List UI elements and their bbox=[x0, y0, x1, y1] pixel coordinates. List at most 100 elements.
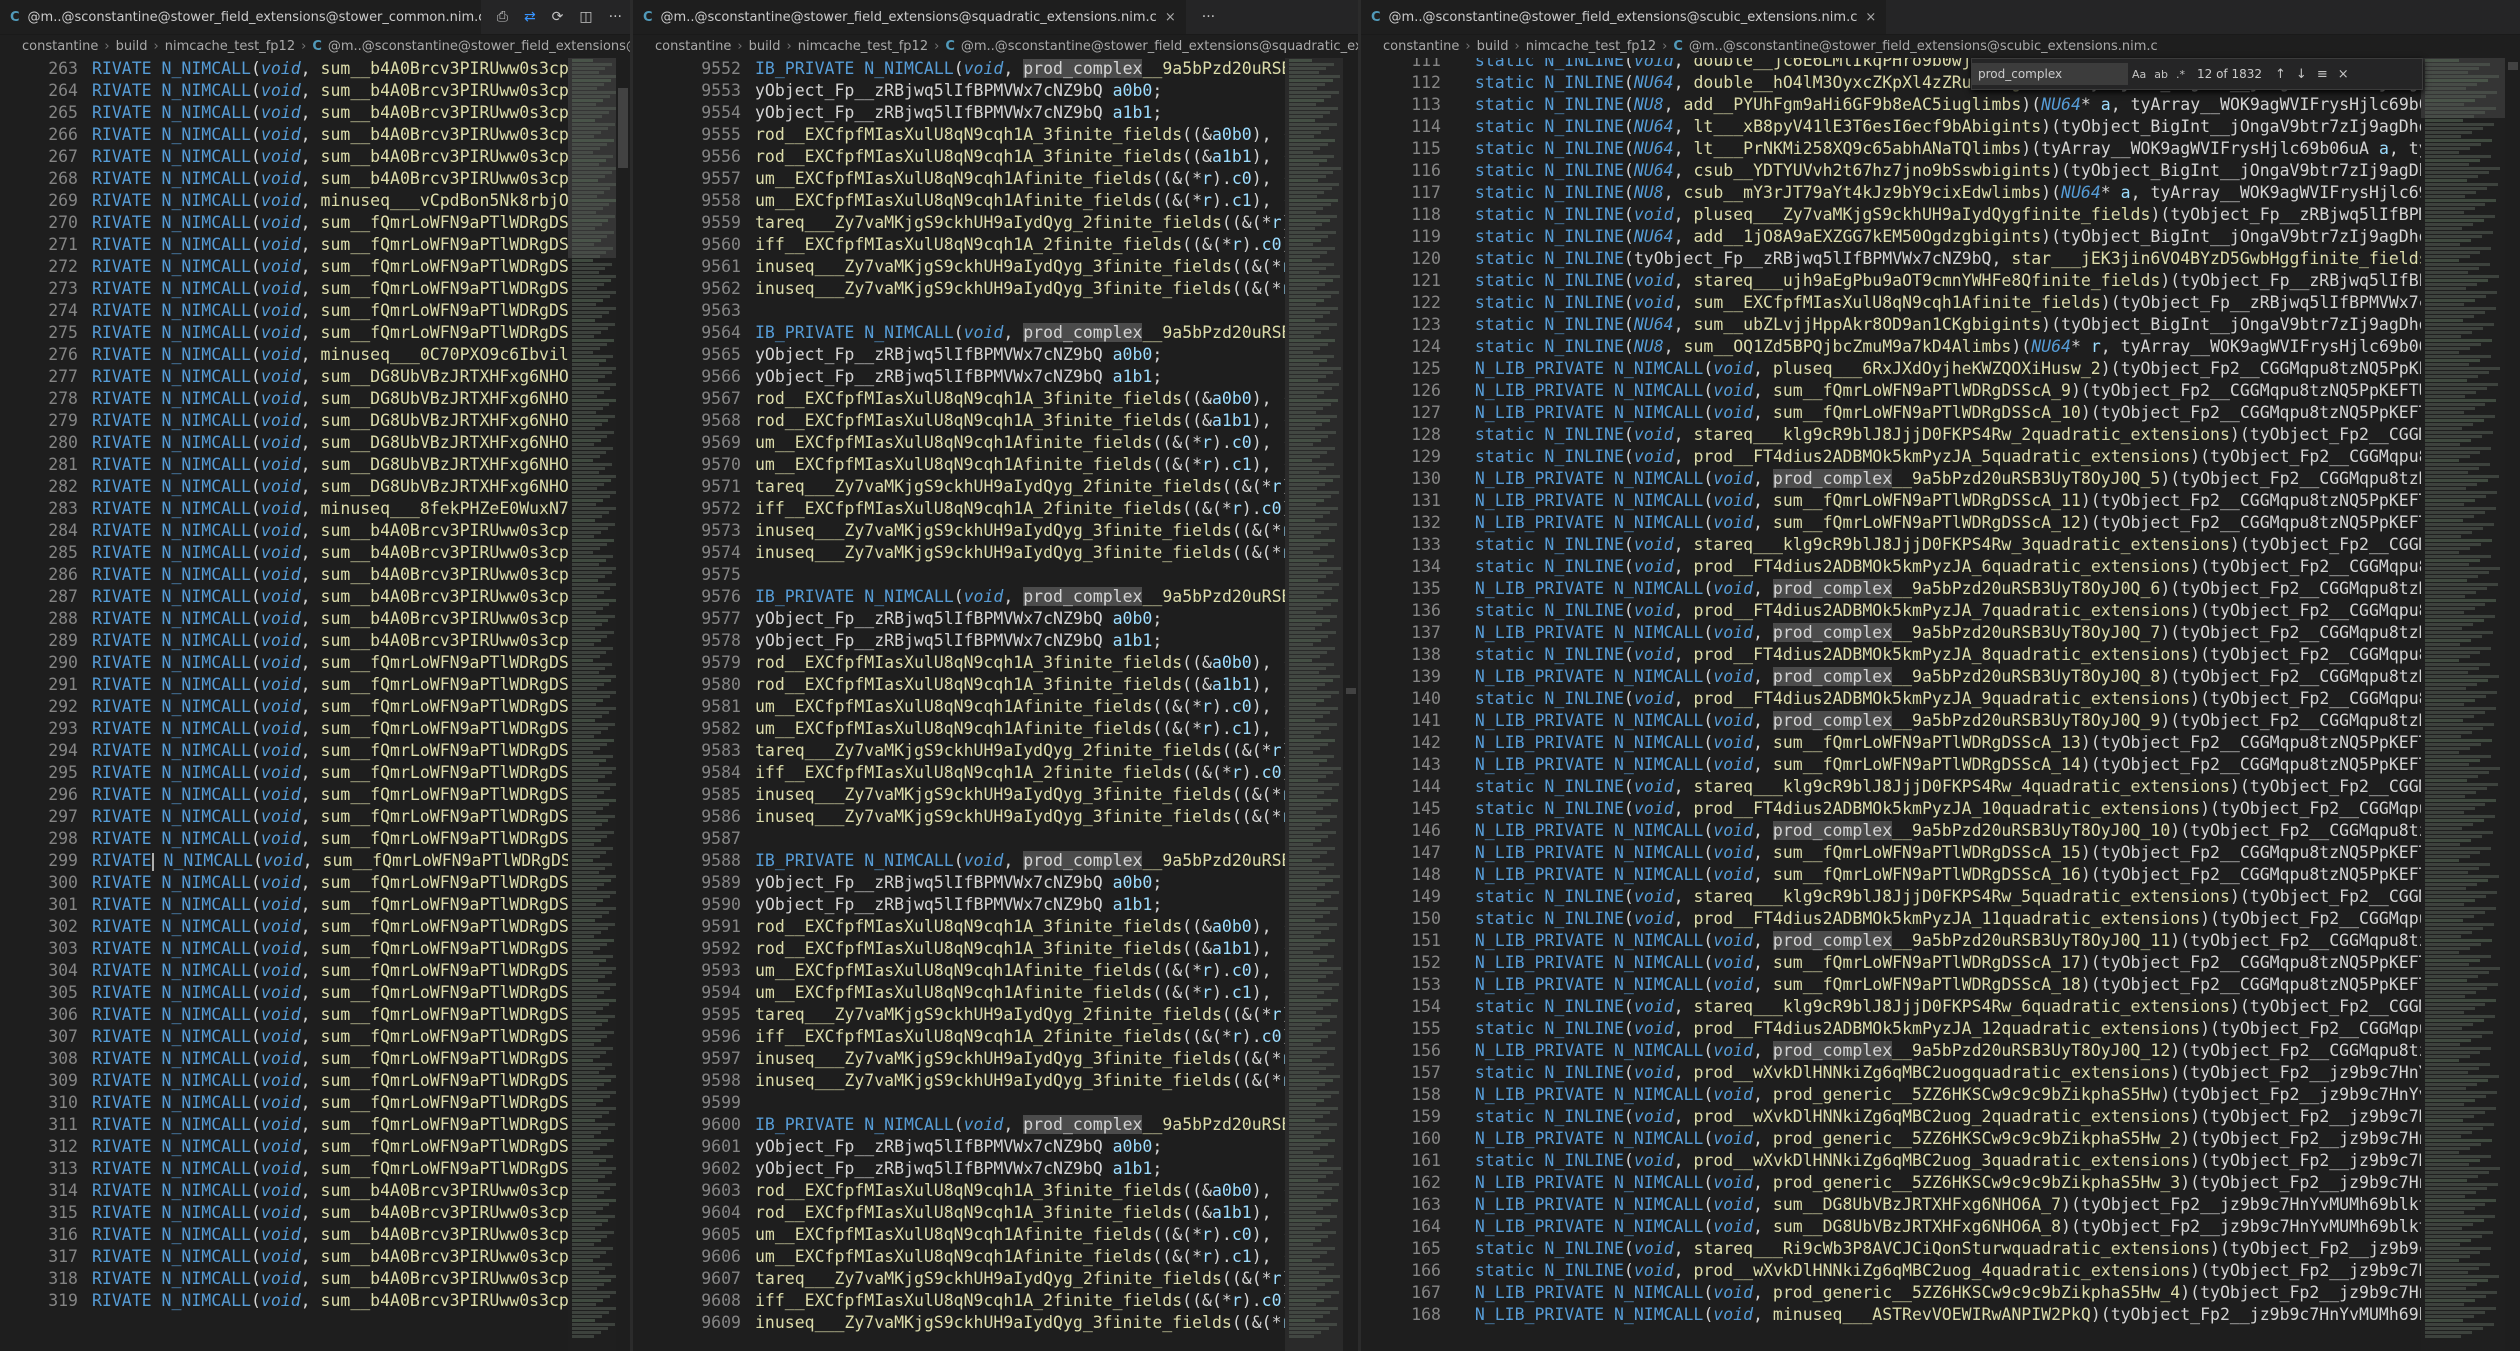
vertical-scrollbar[interactable] bbox=[1344, 58, 1358, 1351]
code-line[interactable]: 277 RIVATE N_NIMCALL(void, sum__DG8UbVBzJ… bbox=[0, 366, 581, 388]
code-line[interactable]: 156 N_LIB_PRIVATE N_NIMCALL(void, prod_c… bbox=[1361, 1040, 2488, 1062]
tab-cubic-extensions[interactable]: C @m..@sconstantine@stower_field_extensi… bbox=[1361, 0, 1887, 34]
code-line[interactable]: 275 RIVATE N_NIMCALL(void, sum__fQmrLoWFN… bbox=[0, 322, 581, 344]
code-line[interactable]: 298 RIVATE N_NIMCALL(void, sum__fQmrLoWFN… bbox=[0, 828, 581, 850]
code-line[interactable]: 274 RIVATE N_NIMCALL(void, sum__fQmrLoWFN… bbox=[0, 300, 581, 322]
code-line[interactable]: 282 RIVATE N_NIMCALL(void, sum__DG8UbVBzJ… bbox=[0, 476, 581, 498]
code-line[interactable]: 315 RIVATE N_NIMCALL(void, sum__b4A0Brcv3… bbox=[0, 1202, 581, 1224]
code-line[interactable]: 9594 um__EXCfpfMIasXulU8qN9cqh1Afinite_fi… bbox=[633, 982, 1341, 1004]
code-line[interactable]: 9574 inuseq___Zy7vaMKjgS9ckhUH9aIydQyg_3f… bbox=[633, 542, 1341, 564]
minimap[interactable] bbox=[568, 58, 620, 1351]
code-line[interactable]: 272 RIVATE N_NIMCALL(void, sum__fQmrLoWFN… bbox=[0, 256, 581, 278]
code-line[interactable]: 306 RIVATE N_NIMCALL(void, sum__fQmrLoWFN… bbox=[0, 1004, 581, 1026]
code-line[interactable]: 316 RIVATE N_NIMCALL(void, sum__b4A0Brcv3… bbox=[0, 1224, 581, 1246]
code-line[interactable]: 120 static N_INLINE(tyObject_Fp__zRBjwq5… bbox=[1361, 248, 2488, 270]
code-line[interactable]: 9587 bbox=[633, 828, 1341, 850]
code-line[interactable]: 263 RIVATE N_NIMCALL(void, sum__b4A0Brcv3… bbox=[0, 58, 581, 80]
code-line[interactable]: 290 RIVATE N_NIMCALL(void, sum__fQmrLoWFN… bbox=[0, 652, 581, 674]
code-line[interactable]: 276 RIVATE N_NIMCALL(void, minuseq___0C70… bbox=[0, 344, 581, 366]
code-line[interactable]: 9590 yObject_Fp__zRBjwq5lIfBPMVWx7cNZ9bQ … bbox=[633, 894, 1341, 916]
code-line[interactable]: 124 static N_INLINE(NU8, sum__OQ1Zd5BPQj… bbox=[1361, 336, 2488, 358]
breadcrumb-item[interactable]: nimcache_test_fp12 bbox=[798, 39, 928, 54]
code-line[interactable]: 264 RIVATE N_NIMCALL(void, sum__b4A0Brcv3… bbox=[0, 80, 581, 102]
code-line[interactable]: 311 RIVATE N_NIMCALL(void, sum__fQmrLoWFN… bbox=[0, 1114, 581, 1136]
code-line[interactable]: 9596 iff__EXCfpfMIasXulU8qN9cqh1A_2finite… bbox=[633, 1026, 1341, 1048]
breadcrumb-item[interactable]: constantine bbox=[1383, 39, 1459, 54]
code-line[interactable]: 131 N_LIB_PRIVATE N_NIMCALL(void, sum__f… bbox=[1361, 490, 2488, 512]
code-line[interactable]: 293 RIVATE N_NIMCALL(void, sum__fQmrLoWFN… bbox=[0, 718, 581, 740]
code-line[interactable]: 270 RIVATE N_NIMCALL(void, sum__fQmrLoWFN… bbox=[0, 212, 581, 234]
code-line[interactable]: 305 RIVATE N_NIMCALL(void, sum__fQmrLoWFN… bbox=[0, 982, 581, 1004]
code-line[interactable]: 116 static N_INLINE(NU64, csub__YDTYUVvh… bbox=[1361, 160, 2488, 182]
code-line[interactable]: 143 N_LIB_PRIVATE N_NIMCALL(void, sum__f… bbox=[1361, 754, 2488, 776]
code-line[interactable]: 117 static N_INLINE(NU8, csub__mY3rJT79a… bbox=[1361, 182, 2488, 204]
code-line[interactable]: 139 N_LIB_PRIVATE N_NIMCALL(void, prod_c… bbox=[1361, 666, 2488, 688]
code-line[interactable]: 9605 um__EXCfpfMIasXulU8qN9cqh1Afinite_fi… bbox=[633, 1224, 1341, 1246]
code-line[interactable]: 9583 tareq___Zy7vaMKjgS9ckhUH9aIydQyg_2fi… bbox=[633, 740, 1341, 762]
tab-stower-common[interactable]: C @m..@sconstantine@stower_field_extensi… bbox=[0, 0, 481, 34]
code-line[interactable]: 9593 um__EXCfpfMIasXulU8qN9cqh1Afinite_fi… bbox=[633, 960, 1341, 982]
code-line[interactable]: 160 N_LIB_PRIVATE N_NIMCALL(void, prod_g… bbox=[1361, 1128, 2488, 1150]
code-line[interactable]: 9600 IB_PRIVATE N_NIMCALL(void, prod_comp… bbox=[633, 1114, 1341, 1136]
code-line[interactable]: 9586 inuseq___Zy7vaMKjgS9ckhUH9aIydQyg_3f… bbox=[633, 806, 1341, 828]
code-line[interactable]: 126 N_LIB_PRIVATE N_NIMCALL(void, sum__f… bbox=[1361, 380, 2488, 402]
code-line[interactable]: 167 N_LIB_PRIVATE N_NIMCALL(void, prod_g… bbox=[1361, 1282, 2488, 1304]
vertical-scrollbar[interactable] bbox=[616, 58, 630, 1351]
code-line[interactable]: 266 RIVATE N_NIMCALL(void, sum__b4A0Brcv3… bbox=[0, 124, 581, 146]
code-line[interactable]: 165 static N_INLINE(void, stareq___Ri9cW… bbox=[1361, 1238, 2488, 1260]
code-line[interactable]: 135 N_LIB_PRIVATE N_NIMCALL(void, prod_c… bbox=[1361, 578, 2488, 600]
code-line[interactable]: 9576 IB_PRIVATE N_NIMCALL(void, prod_comp… bbox=[633, 586, 1341, 608]
close-icon[interactable]: × bbox=[1165, 10, 1176, 25]
code-line[interactable]: 287 RIVATE N_NIMCALL(void, sum__b4A0Brcv3… bbox=[0, 586, 581, 608]
find-in-selection-icon[interactable]: ≡ bbox=[2317, 67, 2328, 82]
code-line[interactable]: 9569 um__EXCfpfMIasXulU8qN9cqh1Afinite_fi… bbox=[633, 432, 1341, 454]
breadcrumb-item[interactable]: nimcache_test_fp12 bbox=[1526, 39, 1656, 54]
code-line[interactable]: 313 RIVATE N_NIMCALL(void, sum__fQmrLoWFN… bbox=[0, 1158, 581, 1180]
code-editor[interactable]: 263 RIVATE N_NIMCALL(void, sum__b4A0Brcv3… bbox=[0, 58, 630, 1351]
close-icon[interactable]: × bbox=[1865, 10, 1876, 25]
code-line[interactable]: 288 RIVATE N_NIMCALL(void, sum__b4A0Brcv3… bbox=[0, 608, 581, 630]
code-line[interactable]: 279 RIVATE N_NIMCALL(void, sum__DG8UbVBzJ… bbox=[0, 410, 581, 432]
regex-icon[interactable]: .* bbox=[2176, 68, 2185, 81]
code-line[interactable]: 9554 yObject_Fp__zRBjwq5lIfBPMVWx7cNZ9bQ … bbox=[633, 102, 1341, 124]
code-line[interactable]: 125 N_LIB_PRIVATE N_NIMCALL(void, pluseq… bbox=[1361, 358, 2488, 380]
code-line[interactable]: 9552 IB_PRIVATE N_NIMCALL(void, prod_comp… bbox=[633, 58, 1341, 80]
code-line[interactable]: 284 RIVATE N_NIMCALL(void, sum__b4A0Brcv3… bbox=[0, 520, 581, 542]
code-line[interactable]: 9581 um__EXCfpfMIasXulU8qN9cqh1Afinite_fi… bbox=[633, 696, 1341, 718]
arrow-down-icon[interactable]: ↓ bbox=[2296, 67, 2307, 82]
code-line[interactable]: 317 RIVATE N_NIMCALL(void, sum__b4A0Brcv3… bbox=[0, 1246, 581, 1268]
code-line[interactable]: 9553 yObject_Fp__zRBjwq5lIfBPMVWx7cNZ9bQ … bbox=[633, 80, 1341, 102]
more-icon[interactable]: ··· bbox=[609, 9, 622, 25]
code-line[interactable]: 118 static N_INLINE(void, pluseq___Zy7va… bbox=[1361, 204, 2488, 226]
code-line[interactable]: 9608 iff__EXCfpfMIasXulU8qN9cqh1A_2finite… bbox=[633, 1290, 1341, 1312]
code-line[interactable]: 136 static N_INLINE(void, prod__FT4dius2… bbox=[1361, 600, 2488, 622]
code-line[interactable]: 9598 inuseq___Zy7vaMKjgS9ckhUH9aIydQyg_3f… bbox=[633, 1070, 1341, 1092]
split-icon[interactable]: ◫ bbox=[579, 9, 592, 25]
code-line[interactable]: 9582 um__EXCfpfMIasXulU8qN9cqh1Afinite_fi… bbox=[633, 718, 1341, 740]
code-line[interactable]: 128 static N_INLINE(void, stareq___klg9c… bbox=[1361, 424, 2488, 446]
breadcrumb-item[interactable]: @m..@sconstantine@stower_field_extension… bbox=[961, 39, 1358, 54]
code-line[interactable]: 144 static N_INLINE(void, stareq___klg9c… bbox=[1361, 776, 2488, 798]
code-line[interactable]: 163 N_LIB_PRIVATE N_NIMCALL(void, sum__D… bbox=[1361, 1194, 2488, 1216]
code-line[interactable]: 307 RIVATE N_NIMCALL(void, sum__fQmrLoWFN… bbox=[0, 1026, 581, 1048]
code-line[interactable]: 280 RIVATE N_NIMCALL(void, sum__DG8UbVBzJ… bbox=[0, 432, 581, 454]
code-line[interactable]: 168 N_LIB_PRIVATE N_NIMCALL(void, minuse… bbox=[1361, 1304, 2488, 1326]
code-line[interactable]: 114 static N_INLINE(NU64, lt___xB8pyV41l… bbox=[1361, 116, 2488, 138]
code-line[interactable]: 137 N_LIB_PRIVATE N_NIMCALL(void, prod_c… bbox=[1361, 622, 2488, 644]
close-icon[interactable]: × bbox=[2338, 67, 2349, 82]
code-line[interactable]: 297 RIVATE N_NIMCALL(void, sum__fQmrLoWFN… bbox=[0, 806, 581, 828]
code-line[interactable]: 113 static N_INLINE(NU8, add__PYUhFgm9aH… bbox=[1361, 94, 2488, 116]
code-line[interactable]: 153 N_LIB_PRIVATE N_NIMCALL(void, sum__f… bbox=[1361, 974, 2488, 996]
code-line[interactable]: 301 RIVATE N_NIMCALL(void, sum__fQmrLoWFN… bbox=[0, 894, 581, 916]
code-line[interactable]: 9584 iff__EXCfpfMIasXulU8qN9cqh1A_2finite… bbox=[633, 762, 1341, 784]
code-line[interactable]: 119 static N_INLINE(NU64, add__1jO8A9aEX… bbox=[1361, 226, 2488, 248]
code-line[interactable]: 9585 inuseq___Zy7vaMKjgS9ckhUH9aIydQyg_3f… bbox=[633, 784, 1341, 806]
minimap[interactable] bbox=[1285, 58, 1343, 1351]
code-line[interactable]: 9601 yObject_Fp__zRBjwq5lIfBPMVWx7cNZ9bQ … bbox=[633, 1136, 1341, 1158]
code-line[interactable]: 9599 bbox=[633, 1092, 1341, 1114]
code-line[interactable]: 9602 yObject_Fp__zRBjwq5lIfBPMVWx7cNZ9bQ … bbox=[633, 1158, 1341, 1180]
code-line[interactable]: 300 RIVATE N_NIMCALL(void, sum__fQmrLoWFN… bbox=[0, 872, 581, 894]
code-line[interactable]: 9597 inuseq___Zy7vaMKjgS9ckhUH9aIydQyg_3f… bbox=[633, 1048, 1341, 1070]
code-line[interactable]: 291 RIVATE N_NIMCALL(void, sum__fQmrLoWFN… bbox=[0, 674, 581, 696]
code-line[interactable]: 312 RIVATE N_NIMCALL(void, sum__fQmrLoWFN… bbox=[0, 1136, 581, 1158]
